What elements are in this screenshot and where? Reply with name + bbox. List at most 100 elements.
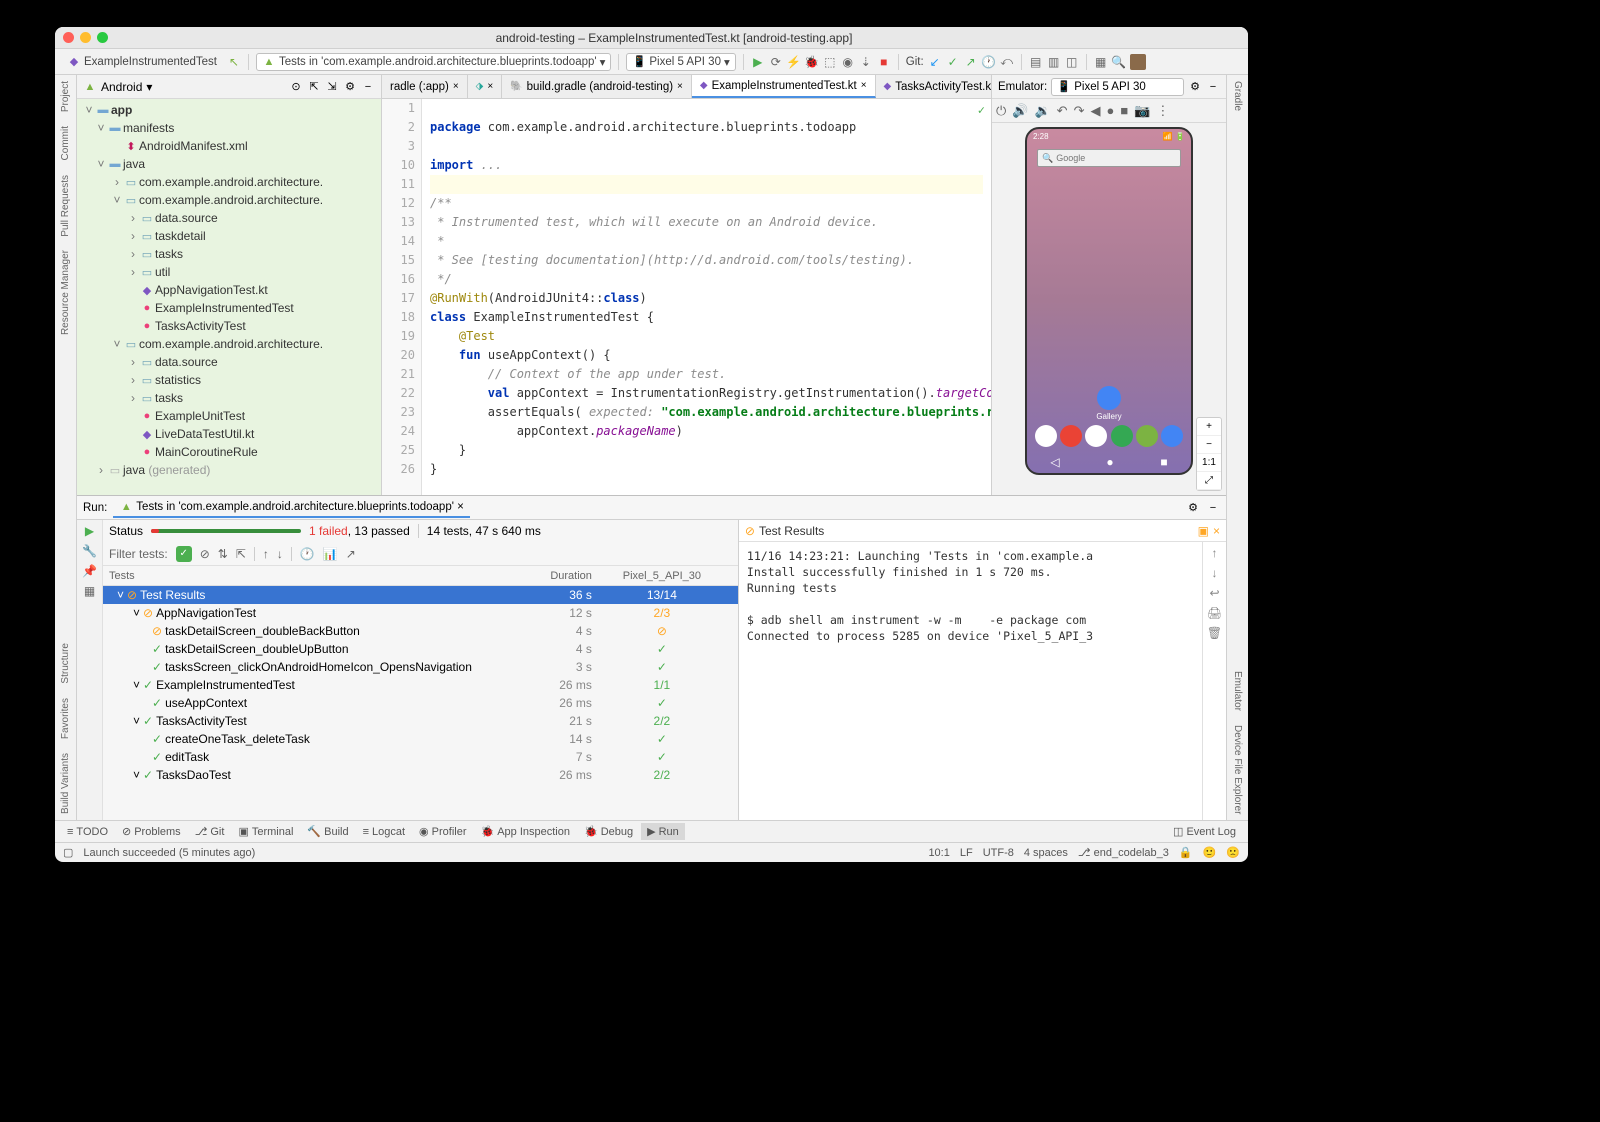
next-failed-icon[interactable]: ↓ [277, 547, 283, 561]
chrome-app-icon[interactable] [1085, 425, 1107, 447]
layout-mode-icon[interactable]: ▣ [1198, 524, 1209, 538]
home-icon[interactable]: ● [1106, 103, 1114, 118]
hide-pane-icon[interactable]: − [1206, 80, 1220, 94]
test-row[interactable]: ✓ taskDetailScreen_doubleUpButton4 s✓ [103, 640, 738, 658]
test-row[interactable]: ˅✓ ExampleInstrumentedTest26 ms1/1 [103, 676, 738, 694]
test-row[interactable]: ˅⊘ Test Results36 s13/14 [103, 586, 738, 604]
rotate-right-icon[interactable]: ↷ [1074, 103, 1085, 119]
layout-inspector-icon[interactable]: ▦ [1094, 55, 1108, 69]
pin-icon[interactable]: 📌 [82, 564, 97, 578]
git-commit-icon[interactable]: ✓ [946, 55, 960, 69]
test-row[interactable]: ✓ tasksScreen_clickOnAndroidHomeIcon_Ope… [103, 658, 738, 676]
close-icon[interactable]: × [487, 81, 493, 92]
problems-tab[interactable]: ⊘ Problems [116, 823, 187, 840]
test-row[interactable]: ✓ useAppContext26 ms✓ [103, 694, 738, 712]
back-icon[interactable]: ◀ [1090, 103, 1100, 119]
git-rollback-icon[interactable]: ⤺ [1000, 55, 1014, 69]
test-history-icon[interactable]: 🕐 [300, 547, 315, 561]
run-tab[interactable]: ▶ Run [641, 823, 685, 840]
run-button[interactable]: ▶ [751, 55, 765, 69]
stop-button[interactable]: ■ [877, 55, 891, 69]
code-editor[interactable]: 1231011121314151617181920212223242526 ✓p… [382, 99, 991, 495]
rerun-button[interactable]: ▶ [83, 524, 97, 538]
show-passed-toggle[interactable]: ✓ [176, 546, 192, 562]
run-config-tab[interactable]: ▲ Tests in 'com.example.android.architec… [113, 498, 470, 518]
maximize-window-button[interactable] [97, 32, 108, 43]
file-encoding[interactable]: UTF-8 [983, 847, 1014, 859]
print-icon[interactable]: 🖨 [1207, 606, 1222, 620]
git-tab[interactable]: ⎇ Git [189, 823, 231, 840]
messages-app-icon[interactable] [1060, 425, 1082, 447]
nav-back-icon[interactable]: ◁ [1050, 455, 1059, 469]
hide-pane-icon[interactable]: − [1206, 501, 1220, 515]
gear-icon[interactable]: ⚙ [343, 80, 357, 94]
inspection-ok-icon[interactable]: ✓ [978, 101, 985, 120]
status-square-icon[interactable]: ▢ [63, 846, 73, 859]
close-icon[interactable]: × [453, 81, 459, 92]
lock-icon[interactable]: 🔒 [1179, 846, 1193, 859]
close-icon[interactable]: × [677, 81, 683, 92]
console-output[interactable]: 11/16 14:23:21: Launching 'Tests in 'com… [739, 542, 1202, 820]
camera-app-icon[interactable] [1161, 425, 1183, 447]
zoom-in-button[interactable]: + [1197, 418, 1221, 436]
git-branch[interactable]: ⎇ end_codelab_3 [1078, 846, 1169, 859]
close-icon[interactable]: × [861, 80, 867, 91]
profiler-tab[interactable]: ◉ Profiler [413, 823, 472, 840]
run-config-dropdown[interactable]: ▲ Tests in 'com.example.android.architec… [256, 53, 611, 71]
scroll-down-icon[interactable]: ↓ [1212, 566, 1218, 580]
collapse-all-icon[interactable]: ⇲ [325, 80, 339, 94]
phone-gallery-app[interactable] [1097, 386, 1121, 410]
test-row[interactable]: ˅✓ TasksDaoTest26 ms2/2 [103, 766, 738, 784]
volume-up-icon[interactable]: 🔊 [1012, 103, 1028, 119]
favorites-tool-button[interactable]: Favorites [60, 696, 71, 741]
device-file-explorer-button[interactable]: Device File Explorer [1232, 723, 1243, 816]
tab-unknown[interactable]: ⬗× [468, 75, 503, 98]
project-tool-button[interactable]: Project [60, 79, 71, 114]
back-arrow-icon[interactable]: ↖ [227, 55, 241, 69]
layout-icon[interactable]: ▦ [84, 584, 95, 598]
caret-position[interactable]: 10:1 [928, 847, 949, 859]
profile-button[interactable]: ◉ [841, 55, 855, 69]
nav-home-icon[interactable]: ● [1106, 455, 1113, 469]
gear-icon[interactable]: ⚙ [1188, 80, 1202, 94]
expand-all-icon[interactable]: ⇱ [307, 80, 321, 94]
line-separator[interactable]: LF [960, 847, 973, 859]
volume-down-icon[interactable]: 🔉 [1034, 103, 1050, 119]
zoom-actual-button[interactable]: 1:1 [1197, 454, 1221, 472]
power-icon[interactable]: ⏻ [996, 103, 1006, 119]
event-log-tab[interactable]: ◫ Event Log [1167, 823, 1242, 840]
code-content[interactable]: ✓package com.example.android.architectur… [422, 99, 991, 495]
test-tree[interactable]: ˅⊘ Test Results36 s13/14˅⊘ AppNavigation… [103, 586, 738, 820]
sdk-manager-icon[interactable]: ▥ [1047, 55, 1061, 69]
maps-app-icon[interactable] [1111, 425, 1133, 447]
nav-overview-icon[interactable]: ■ [1160, 455, 1167, 469]
test-row[interactable]: ˅⊘ AppNavigationTest12 s2/3 [103, 604, 738, 622]
emulator-screen[interactable]: 2:28📶 🔋 🔍 Google Gallery [1025, 127, 1193, 475]
tab-tasks-activity[interactable]: ◆TasksActivityTest.kt× [876, 75, 991, 98]
emulator-tool-button[interactable]: Emulator [1232, 669, 1243, 713]
apply-changes-icon[interactable]: ⟳ [769, 55, 783, 69]
toggle-auto-test-icon[interactable]: 🔧 [82, 544, 97, 558]
expand-icon[interactable]: ⇱ [236, 547, 246, 561]
pull-requests-tool-button[interactable]: Pull Requests [60, 173, 71, 239]
zoom-out-button[interactable]: − [1197, 436, 1221, 454]
soft-wrap-icon[interactable]: ↩ [1209, 586, 1219, 600]
zoom-fit-button[interactable]: ⤢ [1197, 472, 1221, 490]
smile-icon[interactable]: 🙂 [1203, 846, 1217, 859]
close-icon[interactable]: × [1213, 524, 1220, 538]
todo-tab[interactable]: ≡ TODO [61, 824, 114, 840]
test-row[interactable]: ⊘ taskDetailScreen_doubleBackButton4 s⊘ [103, 622, 738, 640]
test-row[interactable]: ✓ editTask7 s✓ [103, 748, 738, 766]
git-history-icon[interactable]: 🕐 [982, 55, 996, 69]
test-row[interactable]: ✓ createOneTask_deleteTask14 s✓ [103, 730, 738, 748]
attach-debugger-icon[interactable]: ⇣ [859, 55, 873, 69]
clear-icon[interactable]: 🗑 [1207, 626, 1222, 640]
import-results-icon[interactable]: 📊 [323, 547, 338, 561]
device-dropdown[interactable]: 📱 Pixel 5 API 30 ▾ [626, 53, 735, 71]
logcat-tab[interactable]: ≡ Logcat [357, 824, 411, 840]
hide-pane-icon[interactable]: − [361, 80, 375, 94]
debug-button[interactable]: 🐞 [805, 55, 819, 69]
avd-manager-icon[interactable]: ▤ [1029, 55, 1043, 69]
gradle-tool-button[interactable]: Gradle [1232, 79, 1243, 113]
emulator-device-dropdown[interactable]: 📱 Pixel 5 API 30 [1051, 78, 1184, 96]
